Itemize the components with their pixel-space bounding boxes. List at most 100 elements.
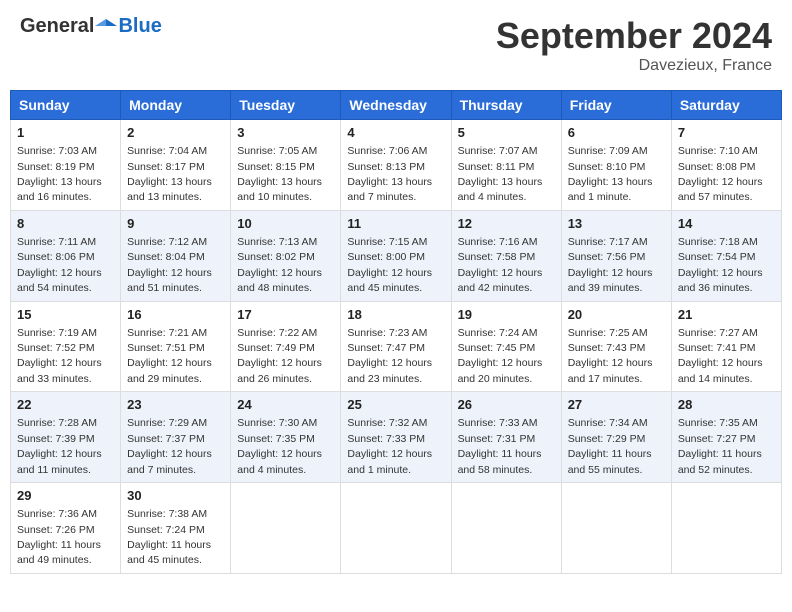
calendar-day-cell: 9 Sunrise: 7:12 AM Sunset: 8:04 PM Dayli… <box>121 210 231 301</box>
calendar-day-cell: 19 Sunrise: 7:24 AM Sunset: 7:45 PM Dayl… <box>451 301 561 392</box>
sunset-text: Sunset: 8:10 PM <box>568 161 646 173</box>
calendar-day-cell: 26 Sunrise: 7:33 AM Sunset: 7:31 PM Dayl… <box>451 392 561 483</box>
sunset-text: Sunset: 8:13 PM <box>347 161 425 173</box>
calendar-day-cell: 10 Sunrise: 7:13 AM Sunset: 8:02 PM Dayl… <box>231 210 341 301</box>
daylight-text2: and 11 minutes. <box>17 464 91 476</box>
daylight-text2: and 51 minutes. <box>127 282 202 294</box>
daylight-text2: and 55 minutes. <box>568 464 643 476</box>
day-number: 17 <box>237 306 334 324</box>
daylight-text: Daylight: 12 hours <box>347 448 432 460</box>
col-monday: Monday <box>121 91 231 120</box>
day-number: 11 <box>347 215 444 233</box>
sunrise-text: Sunrise: 7:28 AM <box>17 417 97 429</box>
calendar-week-row: 22 Sunrise: 7:28 AM Sunset: 7:39 PM Dayl… <box>11 392 782 483</box>
calendar-day-cell: 7 Sunrise: 7:10 AM Sunset: 8:08 PM Dayli… <box>671 120 781 211</box>
calendar-day-cell: 4 Sunrise: 7:06 AM Sunset: 8:13 PM Dayli… <box>341 120 451 211</box>
daylight-text: Daylight: 12 hours <box>568 267 653 279</box>
daylight-text2: and 54 minutes. <box>17 282 92 294</box>
sunset-text: Sunset: 7:41 PM <box>678 342 756 354</box>
sunset-text: Sunset: 8:02 PM <box>237 251 315 263</box>
sunset-text: Sunset: 8:06 PM <box>17 251 95 263</box>
day-number: 15 <box>17 306 114 324</box>
daylight-text: Daylight: 12 hours <box>237 357 322 369</box>
sunset-text: Sunset: 8:11 PM <box>458 161 535 173</box>
calendar-day-cell: 8 Sunrise: 7:11 AM Sunset: 8:06 PM Dayli… <box>11 210 121 301</box>
daylight-text2: and 13 minutes. <box>127 191 202 203</box>
calendar-day-cell <box>561 483 671 574</box>
calendar-day-cell: 11 Sunrise: 7:15 AM Sunset: 8:00 PM Dayl… <box>341 210 451 301</box>
daylight-text: Daylight: 11 hours <box>17 539 101 551</box>
sunrise-text: Sunrise: 7:06 AM <box>347 145 427 157</box>
sunrise-text: Sunrise: 7:09 AM <box>568 145 648 157</box>
sunset-text: Sunset: 7:33 PM <box>347 433 425 445</box>
sunset-text: Sunset: 7:45 PM <box>458 342 536 354</box>
logo-bird-icon <box>95 16 117 38</box>
daylight-text2: and 26 minutes. <box>237 373 312 385</box>
sunrise-text: Sunrise: 7:29 AM <box>127 417 207 429</box>
daylight-text: Daylight: 13 hours <box>347 176 432 188</box>
sunrise-text: Sunrise: 7:07 AM <box>458 145 538 157</box>
daylight-text2: and 39 minutes. <box>568 282 643 294</box>
day-number: 12 <box>458 215 555 233</box>
daylight-text2: and 17 minutes. <box>568 373 643 385</box>
sunset-text: Sunset: 7:56 PM <box>568 251 646 263</box>
sunrise-text: Sunrise: 7:17 AM <box>568 236 648 248</box>
col-tuesday: Tuesday <box>231 91 341 120</box>
location-subtitle: Davezieux, France <box>496 57 772 75</box>
day-number: 27 <box>568 396 665 414</box>
daylight-text: Daylight: 11 hours <box>458 448 542 460</box>
daylight-text: Daylight: 12 hours <box>347 357 432 369</box>
day-number: 22 <box>17 396 114 414</box>
sunrise-text: Sunrise: 7:34 AM <box>568 417 648 429</box>
calendar-week-row: 1 Sunrise: 7:03 AM Sunset: 8:19 PM Dayli… <box>11 120 782 211</box>
logo-general-text: General <box>20 15 94 38</box>
sunset-text: Sunset: 7:47 PM <box>347 342 425 354</box>
day-number: 3 <box>237 124 334 142</box>
col-wednesday: Wednesday <box>341 91 451 120</box>
calendar-day-cell: 24 Sunrise: 7:30 AM Sunset: 7:35 PM Dayl… <box>231 392 341 483</box>
calendar-day-cell: 14 Sunrise: 7:18 AM Sunset: 7:54 PM Dayl… <box>671 210 781 301</box>
sunrise-text: Sunrise: 7:27 AM <box>678 327 758 339</box>
daylight-text: Daylight: 13 hours <box>17 176 102 188</box>
day-number: 24 <box>237 396 334 414</box>
sunrise-text: Sunrise: 7:22 AM <box>237 327 317 339</box>
calendar-week-row: 15 Sunrise: 7:19 AM Sunset: 7:52 PM Dayl… <box>11 301 782 392</box>
day-number: 16 <box>127 306 224 324</box>
sunrise-text: Sunrise: 7:13 AM <box>237 236 317 248</box>
sunset-text: Sunset: 7:52 PM <box>17 342 95 354</box>
day-number: 1 <box>17 124 114 142</box>
sunset-text: Sunset: 8:19 PM <box>17 161 95 173</box>
calendar-header-row: Sunday Monday Tuesday Wednesday Thursday… <box>11 91 782 120</box>
sunrise-text: Sunrise: 7:16 AM <box>458 236 538 248</box>
sunrise-text: Sunrise: 7:18 AM <box>678 236 758 248</box>
logo: General Blue <box>20 15 162 38</box>
daylight-text2: and 29 minutes. <box>127 373 202 385</box>
daylight-text: Daylight: 11 hours <box>127 539 211 551</box>
sunrise-text: Sunrise: 7:11 AM <box>17 236 96 248</box>
sunset-text: Sunset: 8:08 PM <box>678 161 756 173</box>
sunrise-text: Sunrise: 7:25 AM <box>568 327 648 339</box>
col-sunday: Sunday <box>11 91 121 120</box>
calendar-day-cell: 29 Sunrise: 7:36 AM Sunset: 7:26 PM Dayl… <box>11 483 121 574</box>
calendar-day-cell: 28 Sunrise: 7:35 AM Sunset: 7:27 PM Dayl… <box>671 392 781 483</box>
sunset-text: Sunset: 8:04 PM <box>127 251 205 263</box>
sunset-text: Sunset: 7:51 PM <box>127 342 205 354</box>
calendar-day-cell <box>231 483 341 574</box>
daylight-text: Daylight: 12 hours <box>237 267 322 279</box>
day-number: 4 <box>347 124 444 142</box>
daylight-text2: and 48 minutes. <box>237 282 312 294</box>
sunset-text: Sunset: 7:29 PM <box>568 433 646 445</box>
sunrise-text: Sunrise: 7:19 AM <box>17 327 97 339</box>
daylight-text2: and 57 minutes. <box>678 191 753 203</box>
calendar-day-cell <box>671 483 781 574</box>
calendar-day-cell: 13 Sunrise: 7:17 AM Sunset: 7:56 PM Dayl… <box>561 210 671 301</box>
sunset-text: Sunset: 7:27 PM <box>678 433 756 445</box>
sunrise-text: Sunrise: 7:21 AM <box>127 327 207 339</box>
sunset-text: Sunset: 7:31 PM <box>458 433 536 445</box>
daylight-text: Daylight: 12 hours <box>17 448 102 460</box>
daylight-text2: and 23 minutes. <box>347 373 422 385</box>
day-number: 14 <box>678 215 775 233</box>
daylight-text2: and 16 minutes. <box>17 191 92 203</box>
calendar-day-cell: 23 Sunrise: 7:29 AM Sunset: 7:37 PM Dayl… <box>121 392 231 483</box>
sunrise-text: Sunrise: 7:35 AM <box>678 417 758 429</box>
